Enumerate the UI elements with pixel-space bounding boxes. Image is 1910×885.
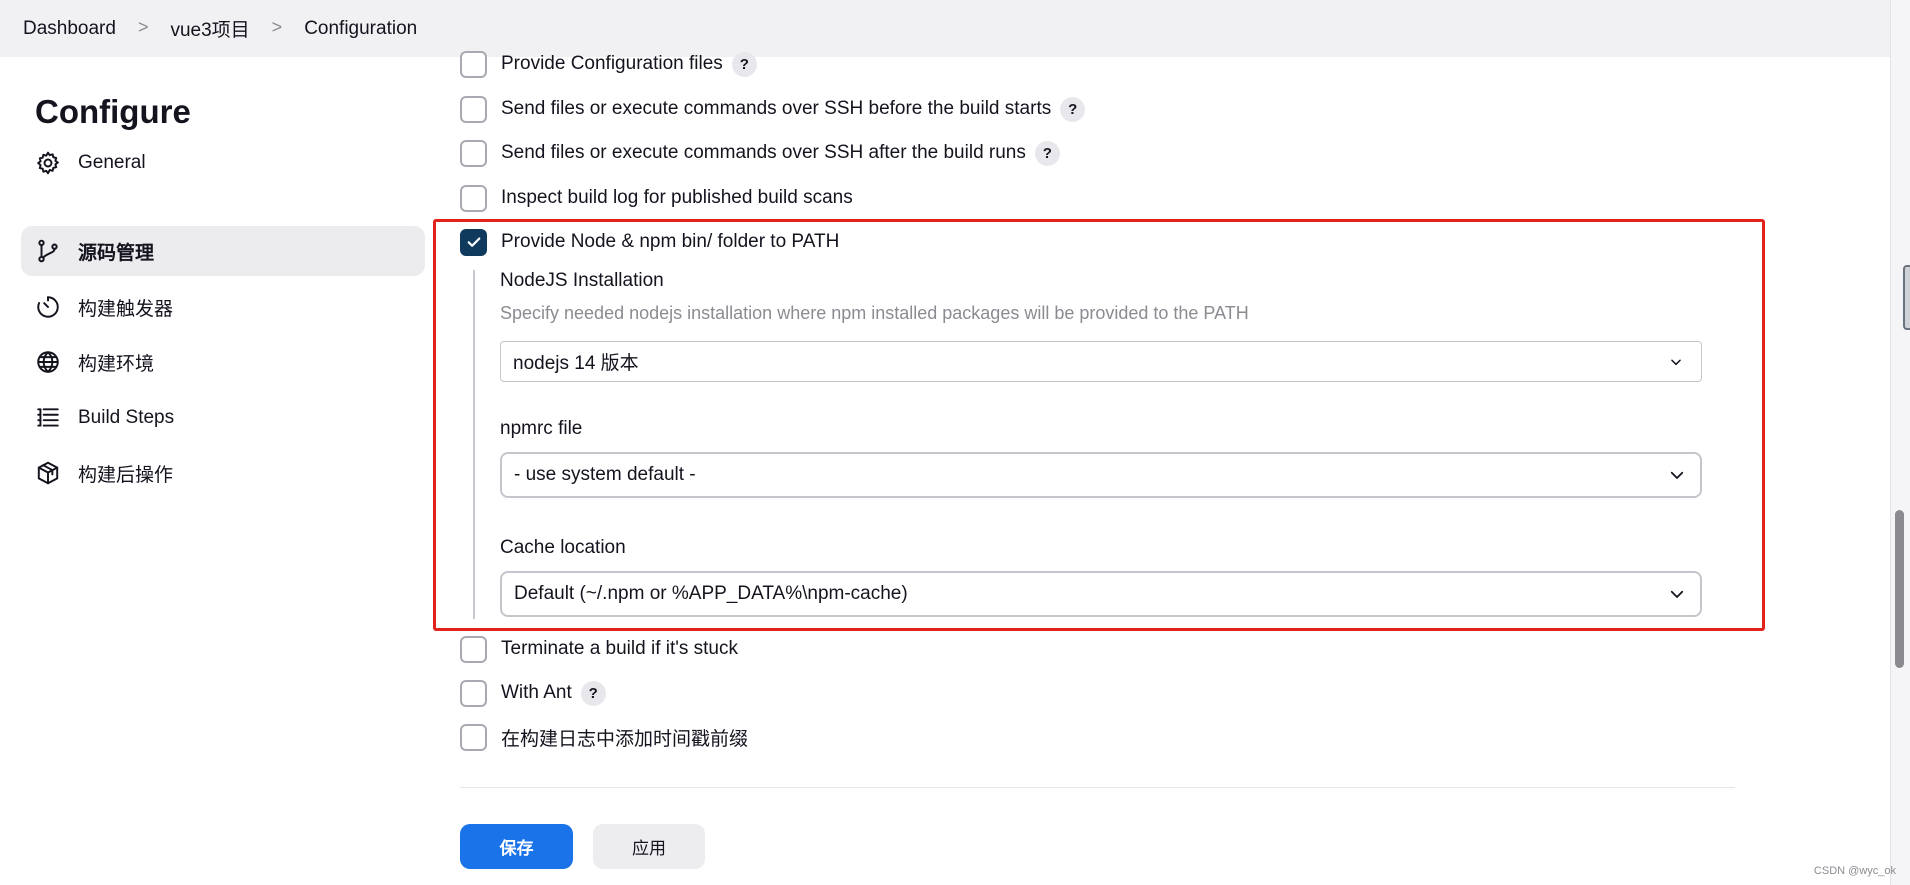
option-label: Send files or execute commands over SSH … xyxy=(501,98,1052,119)
checkbox[interactable] xyxy=(460,139,487,167)
cache-location-label: Cache location xyxy=(500,537,626,558)
option-provide-node-path[interactable]: Provide Node & npm bin/ folder to PATH xyxy=(460,227,839,257)
chevron-down-icon xyxy=(1669,353,1687,371)
checkbox[interactable] xyxy=(460,50,487,78)
cache-location-select[interactable]: Default (~/.npm or %APP_DATA%\npm-cache) xyxy=(500,571,1702,617)
option-with-ant[interactable]: With Ant ? xyxy=(460,678,606,708)
option-label: Send files or execute commands over SSH … xyxy=(501,142,1026,163)
select-value: - use system default - xyxy=(514,464,696,485)
checkmark-icon xyxy=(467,237,480,247)
option-ssh-after-build[interactable]: Send files or execute commands over SSH … xyxy=(460,138,1060,168)
sidebar: Configure General 源码管理 构建触发器 构建环境 Build … xyxy=(0,57,430,885)
breadcrumb-configuration[interactable]: Configuration xyxy=(304,18,417,40)
sidebar-item-scm[interactable]: 源码管理 xyxy=(21,226,425,276)
side-panel-handle[interactable] xyxy=(1903,265,1910,330)
apply-button[interactable]: 应用 xyxy=(593,824,705,869)
breadcrumb-separator-icon: > xyxy=(271,17,283,37)
sidebar-item-build-environment[interactable]: 构建环境 xyxy=(21,337,425,387)
option-label: Provide Configuration files xyxy=(501,53,723,74)
watermark: CSDN @wyc_ok xyxy=(1813,865,1896,877)
help-icon[interactable]: ? xyxy=(731,51,757,77)
sidebar-item-build-triggers[interactable]: 构建触发器 xyxy=(21,282,425,332)
checkbox[interactable] xyxy=(460,723,487,751)
sidebar-item-label: General xyxy=(78,152,146,173)
checkbox-checked[interactable] xyxy=(460,228,487,256)
help-icon[interactable]: ? xyxy=(1060,96,1086,122)
section-indent-line xyxy=(473,270,475,619)
breadcrumb-project[interactable]: vue3项目 xyxy=(170,15,249,42)
page-title: Configure xyxy=(35,93,191,130)
scrollbar-thumb[interactable] xyxy=(1895,510,1904,668)
sidebar-item-post-build[interactable]: 构建后操作 xyxy=(21,448,425,498)
checkbox[interactable] xyxy=(460,95,487,123)
checkbox[interactable] xyxy=(460,184,487,212)
chevron-down-icon xyxy=(1668,585,1686,603)
sidebar-item-build-steps[interactable]: Build Steps xyxy=(21,393,425,443)
sidebar-item-label: 构建触发器 xyxy=(78,298,174,320)
option-label: Inspect build log for published build sc… xyxy=(501,187,853,208)
sidebar-item-general[interactable]: General xyxy=(21,138,425,188)
option-ssh-before-build[interactable]: Send files or execute commands over SSH … xyxy=(460,94,1086,124)
nodejs-installation-label: NodeJS Installation xyxy=(500,270,664,291)
option-terminate-stuck[interactable]: Terminate a build if it's stuck xyxy=(460,634,738,664)
checkbox[interactable] xyxy=(460,635,487,663)
option-label: With Ant xyxy=(501,682,572,703)
sidebar-item-label: 源码管理 xyxy=(78,242,155,264)
scrollbar[interactable] xyxy=(1890,0,1910,885)
help-icon[interactable]: ? xyxy=(1034,140,1060,166)
branch-icon xyxy=(34,237,62,265)
nodejs-installation-select[interactable]: nodejs 14 版本 xyxy=(500,341,1702,382)
nodejs-installation-description: Specify needed nodejs installation where… xyxy=(500,303,1249,323)
option-label: Provide Node & npm bin/ folder to PATH xyxy=(501,231,840,252)
chevron-down-icon xyxy=(1668,466,1686,484)
sidebar-item-label: Build Steps xyxy=(78,407,175,428)
npmrc-file-select[interactable]: - use system default - xyxy=(500,452,1702,498)
option-timestamps[interactable]: 在构建日志中添加时间戳前缀 xyxy=(460,722,748,752)
npmrc-file-label: npmrc file xyxy=(500,418,583,439)
select-value: nodejs 14 版本 xyxy=(513,353,639,374)
checkbox[interactable] xyxy=(460,679,487,707)
divider xyxy=(460,787,1735,788)
breadcrumb-separator-icon: > xyxy=(137,17,149,37)
sidebar-item-label: 构建环境 xyxy=(78,353,155,375)
gear-icon xyxy=(34,149,62,177)
package-icon xyxy=(34,459,62,487)
sidebar-item-label: 构建后操作 xyxy=(78,464,174,486)
save-button[interactable]: 保存 xyxy=(460,824,573,869)
list-icon xyxy=(34,404,62,432)
option-label: 在构建日志中添加时间戳前缀 xyxy=(501,728,749,750)
option-label: Terminate a build if it's stuck xyxy=(501,638,738,659)
breadcrumb: Dashboard > vue3项目 > Configuration xyxy=(0,0,1890,57)
help-icon[interactable]: ? xyxy=(580,680,606,706)
timer-icon xyxy=(34,293,62,321)
globe-icon xyxy=(34,348,62,376)
select-value: Default (~/.npm or %APP_DATA%\npm-cache) xyxy=(514,583,908,604)
option-provide-config-files[interactable]: Provide Configuration files ? xyxy=(460,49,757,79)
option-inspect-build-log[interactable]: Inspect build log for published build sc… xyxy=(460,183,853,213)
breadcrumb-dashboard[interactable]: Dashboard xyxy=(23,18,116,40)
